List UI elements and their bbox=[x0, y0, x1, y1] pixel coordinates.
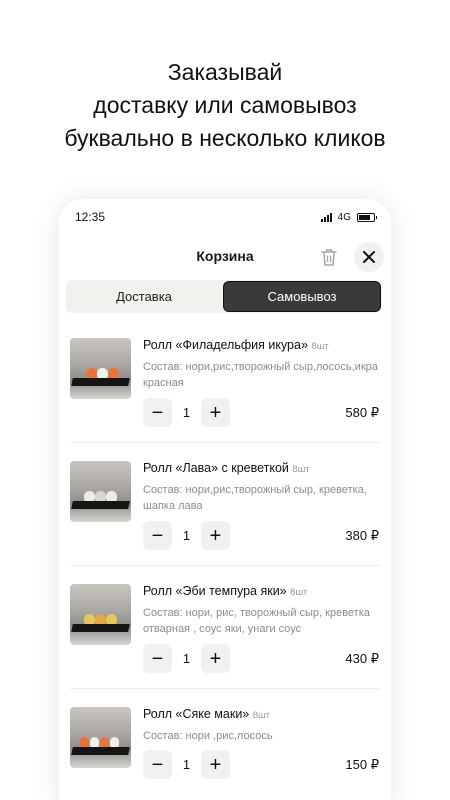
quantity-stepper: − 1 + 380 ₽ bbox=[143, 521, 379, 550]
headline-line-1: Заказывай bbox=[167, 59, 283, 85]
item-info: Ролл «Филадельфия икура» 8шт Состав: нор… bbox=[143, 337, 379, 391]
item-name: Ролл «Лава» с креветкой bbox=[143, 461, 289, 475]
item-price: 430 ₽ bbox=[345, 650, 379, 666]
nav-bar: Корзина bbox=[59, 241, 391, 273]
item-pieces: 8шт bbox=[311, 341, 329, 352]
product-image bbox=[70, 707, 131, 768]
page-title: Корзина bbox=[196, 248, 254, 264]
decrement-button[interactable]: − bbox=[143, 644, 172, 673]
item-info: Ролл «Лава» с креветкой 8шт Состав: нори… bbox=[143, 460, 379, 514]
item-price: 380 ₽ bbox=[345, 527, 379, 543]
product-image bbox=[70, 461, 131, 522]
item-info: Ролл «Эби темпура яки» 8шт Состав: нори,… bbox=[143, 583, 379, 637]
status-time: 12:35 bbox=[75, 210, 106, 224]
item-composition: Состав: нори,рис,творожный сыр,лосось,ик… bbox=[143, 361, 378, 389]
quantity-stepper: − 1 + 430 ₽ bbox=[143, 644, 379, 673]
item-composition: Состав: нори ,рис,лосось bbox=[143, 730, 273, 742]
close-button[interactable] bbox=[354, 242, 384, 272]
decrement-button[interactable]: − bbox=[143, 750, 172, 779]
cart-item: Ролл «Филадельфия икура» 8шт Состав: нор… bbox=[70, 320, 379, 443]
product-image bbox=[70, 584, 131, 645]
item-composition: Состав: нори,рис,творожный сыр, креветка… bbox=[143, 484, 367, 512]
cart-item: Ролл «Лава» с креветкой 8шт Состав: нори… bbox=[70, 443, 379, 566]
cart-list: Ролл «Филадельфия икура» 8шт Состав: нор… bbox=[59, 320, 391, 800]
tab-pickup[interactable]: Самовывоз bbox=[223, 281, 381, 312]
decrement-button[interactable]: − bbox=[143, 521, 172, 550]
battery-icon bbox=[357, 212, 377, 222]
headline-line-2: доставку или самовывоз bbox=[93, 92, 357, 118]
delivery-mode-toggle: Доставка Самовывоз bbox=[66, 280, 382, 313]
item-info: Ролл «Сяке маки» 8шт Состав: нори ,рис,л… bbox=[143, 706, 379, 744]
promo-headline: Заказывай доставку или самовывоз букваль… bbox=[0, 56, 450, 155]
item-price: 150 ₽ bbox=[345, 756, 379, 772]
phone-frame: 12:35 4G Корзина Доставка Самовывоз Ролл… bbox=[59, 199, 391, 800]
increment-button[interactable]: + bbox=[201, 644, 230, 673]
item-name: Ролл «Филадельфия икура» bbox=[143, 338, 308, 352]
quantity-value: 1 bbox=[182, 651, 191, 666]
quantity-stepper: − 1 + 150 ₽ bbox=[143, 750, 379, 779]
quantity-stepper: − 1 + 580 ₽ bbox=[143, 398, 379, 427]
cart-item: Ролл «Сяке маки» 8шт Состав: нори ,рис,л… bbox=[70, 689, 379, 800]
trash-icon[interactable] bbox=[320, 247, 338, 267]
quantity-value: 1 bbox=[182, 528, 191, 543]
product-image bbox=[70, 338, 131, 399]
item-composition: Состав: нори, рис, творожный сыр, кревет… bbox=[143, 607, 370, 635]
status-bar: 12:35 4G bbox=[75, 209, 377, 225]
decrement-button[interactable]: − bbox=[143, 398, 172, 427]
tab-delivery[interactable]: Доставка bbox=[66, 280, 222, 313]
quantity-value: 1 bbox=[182, 757, 191, 772]
cart-item: Ролл «Эби темпура яки» 8шт Состав: нори,… bbox=[70, 566, 379, 689]
item-name: Ролл «Сяке маки» bbox=[143, 707, 250, 721]
increment-button[interactable]: + bbox=[201, 521, 230, 550]
signal-icon bbox=[320, 212, 332, 222]
increment-button[interactable]: + bbox=[201, 750, 230, 779]
item-pieces: 8шт bbox=[290, 587, 308, 598]
item-price: 580 ₽ bbox=[345, 404, 379, 420]
increment-button[interactable]: + bbox=[201, 398, 230, 427]
network-label: 4G bbox=[337, 211, 351, 223]
item-pieces: 8шт bbox=[252, 710, 271, 721]
status-icons: 4G bbox=[320, 211, 377, 223]
headline-line-3: буквально в несколько кликов bbox=[64, 125, 386, 151]
quantity-value: 1 bbox=[182, 405, 191, 420]
item-pieces: 8шт bbox=[292, 464, 310, 475]
close-icon bbox=[363, 251, 375, 263]
item-name: Ролл «Эби темпура яки» bbox=[143, 584, 287, 598]
